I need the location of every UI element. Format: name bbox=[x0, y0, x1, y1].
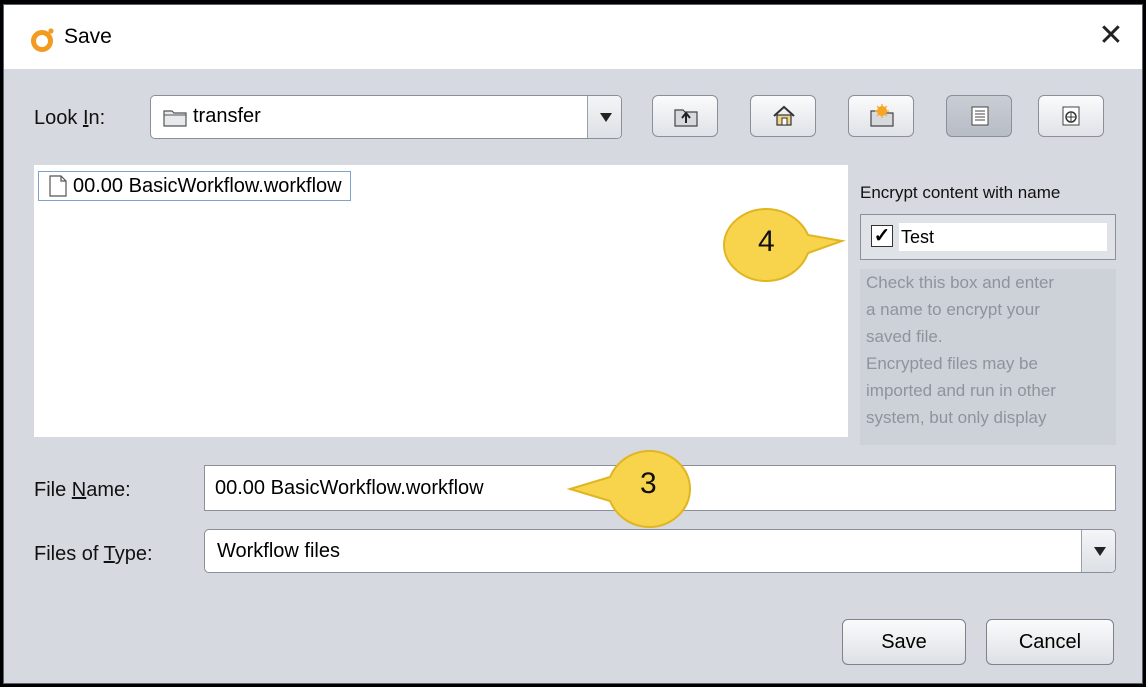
file-type-combo[interactable]: Workflow files bbox=[204, 529, 1116, 573]
details-view-button[interactable] bbox=[1038, 95, 1104, 137]
help-line: imported and run in other bbox=[866, 381, 1056, 400]
callout-3-number: 3 bbox=[640, 467, 657, 500]
callout-3: 3 bbox=[566, 445, 700, 535]
new-folder-icon bbox=[870, 104, 894, 127]
file-type-value: Workflow files bbox=[217, 540, 340, 562]
help-line: saved file. bbox=[866, 327, 943, 346]
app-logo-icon bbox=[31, 28, 54, 52]
callout-4-number: 4 bbox=[758, 225, 775, 258]
encrypt-title: Encrypt content with name bbox=[860, 183, 1061, 202]
save-dialog: Save ✕ Look In: transfer 00.00 BasicWork… bbox=[3, 4, 1143, 684]
encrypt-checkbox[interactable]: ✓ bbox=[871, 225, 893, 247]
callout-3-shape bbox=[566, 449, 692, 529]
help-line: system, but only display bbox=[866, 408, 1047, 427]
callout-4-shape bbox=[722, 207, 846, 283]
home-icon bbox=[773, 105, 795, 126]
title-bar: Save ✕ bbox=[4, 5, 1142, 69]
file-type-label: Files of Type: bbox=[34, 543, 153, 565]
encrypt-box: ✓ Test bbox=[860, 214, 1116, 260]
folder-icon bbox=[163, 110, 187, 127]
create-new-folder-button[interactable] bbox=[848, 95, 914, 137]
folder-up-icon bbox=[674, 109, 698, 127]
file-name-label: File Name: bbox=[34, 479, 131, 501]
look-in-combo[interactable]: transfer bbox=[150, 95, 622, 139]
look-in-value: transfer bbox=[193, 105, 261, 127]
file-type-dropdown-arrow[interactable] bbox=[1081, 530, 1115, 572]
save-button[interactable]: Save bbox=[842, 619, 966, 665]
dialog-title: Save bbox=[64, 25, 112, 48]
file-icon bbox=[49, 175, 67, 197]
home-button[interactable] bbox=[750, 95, 816, 137]
look-in-label: Look In: bbox=[34, 107, 106, 129]
file-item-label: 00.00 BasicWorkflow.workflow bbox=[73, 175, 342, 197]
help-line: a name to encrypt your bbox=[866, 300, 1040, 319]
look-in-dropdown-arrow[interactable] bbox=[587, 96, 621, 138]
close-button[interactable]: ✕ bbox=[1094, 19, 1128, 53]
encrypt-name-input[interactable]: Test bbox=[899, 223, 1107, 251]
details-view-icon bbox=[1062, 106, 1080, 126]
help-line: Check this box and enter bbox=[866, 273, 1055, 292]
cancel-button[interactable]: Cancel bbox=[986, 619, 1114, 665]
list-view-button[interactable] bbox=[946, 95, 1012, 137]
encrypt-help-text: Check this box and enter a name to encry… bbox=[860, 269, 1116, 445]
help-line: Encrypted files may be bbox=[866, 354, 1038, 373]
list-view-icon bbox=[971, 106, 989, 126]
list-item[interactable]: 00.00 BasicWorkflow.workflow bbox=[38, 171, 351, 201]
up-one-level-button[interactable] bbox=[652, 95, 718, 137]
callout-4: 4 bbox=[716, 203, 846, 289]
